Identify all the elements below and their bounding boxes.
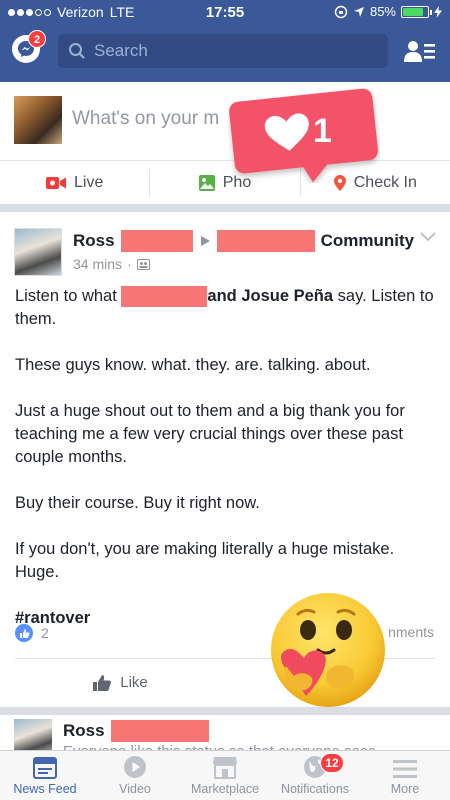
next-post-author[interactable]: Ross	[63, 721, 105, 741]
battery-icon	[401, 5, 432, 18]
redacted-name	[121, 286, 208, 308]
messenger-badge: 2	[28, 30, 46, 48]
location-arrow-icon	[353, 6, 364, 17]
post-meta: 34 mins ·	[73, 256, 150, 272]
friends-list-icon	[404, 41, 435, 62]
like-reaction-icon	[15, 624, 33, 642]
care-reaction-emoji	[271, 593, 385, 707]
paragraph-4: Buy their course. Buy it right now.	[15, 494, 260, 512]
next-feed-post: Ross Everyone like this status so that e…	[0, 715, 450, 755]
tab-news-feed[interactable]: News Feed	[0, 751, 90, 800]
my-avatar	[14, 96, 62, 144]
photo-icon	[198, 174, 215, 191]
paragraph-5: If you don't, you are making literally a…	[15, 540, 395, 581]
paragraph-3: Just a huge shout out to them and a big …	[15, 402, 405, 466]
bottom-tab-bar: News Feed Video Marketplace Notification…	[0, 750, 450, 800]
arrow-right-icon	[200, 236, 210, 246]
friend-requests-button[interactable]	[404, 38, 436, 66]
comments-count[interactable]: nments	[388, 624, 434, 640]
author-name[interactable]: Ross	[73, 231, 115, 251]
status-composer: What's on your m Live Pho Check In	[0, 82, 450, 204]
like-notification-count: 1	[313, 112, 332, 150]
battery-percent: 85%	[369, 4, 396, 19]
feed-separator	[0, 204, 450, 212]
tab-marketplace[interactable]: Marketplace	[180, 751, 270, 800]
line1-start: Listen to what	[15, 287, 117, 305]
like-button[interactable]: Like	[15, 674, 225, 692]
redacted-surname	[120, 230, 193, 252]
group-audience-icon	[136, 258, 150, 270]
video-play-icon	[124, 756, 146, 778]
tab-notifications[interactable]: Notifications 12	[270, 751, 360, 800]
tab-more[interactable]: More	[360, 751, 450, 800]
search-input[interactable]	[94, 41, 374, 61]
search-icon	[69, 43, 85, 59]
tab-video[interactable]: Video	[90, 751, 180, 800]
redacted-group-name	[216, 230, 315, 252]
group-name-suffix[interactable]: Community	[321, 231, 415, 251]
redacted-surname-2	[110, 720, 209, 742]
mention[interactable]: and Josue Peña	[207, 287, 333, 305]
marketplace-icon	[213, 757, 237, 779]
notifications-badge: 12	[320, 753, 344, 773]
top-bar: Verizon LTE 17:55 85% 2	[0, 0, 450, 82]
chevron-down-icon[interactable]	[420, 232, 436, 242]
likes-count: 2	[41, 625, 49, 641]
live-button[interactable]: Live	[0, 169, 149, 197]
author-avatar[interactable]	[14, 228, 62, 276]
post-header: Ross Community	[73, 230, 414, 252]
charging-bolt-icon	[434, 5, 442, 18]
thumbs-up-icon	[93, 674, 112, 691]
live-video-icon	[45, 176, 66, 189]
like-notification-bubble	[229, 88, 378, 183]
menu-icon	[393, 760, 417, 778]
status-bar: Verizon LTE 17:55 85%	[0, 0, 450, 24]
composer-prompt[interactable]: What's on your m	[72, 108, 219, 130]
rotation-lock-icon	[334, 5, 348, 18]
reaction-summary[interactable]: 2	[15, 624, 49, 642]
post-time[interactable]: 34 mins	[73, 256, 122, 272]
search-bar[interactable]	[58, 34, 388, 68]
paragraph-2: These guys know. what. they. are. talkin…	[15, 356, 371, 374]
composer-actions: Live Pho Check In	[0, 160, 450, 204]
news-feed-icon	[33, 757, 57, 779]
facebook-app-screen: Verizon LTE 17:55 85% 2 Search What's on…	[0, 0, 450, 800]
